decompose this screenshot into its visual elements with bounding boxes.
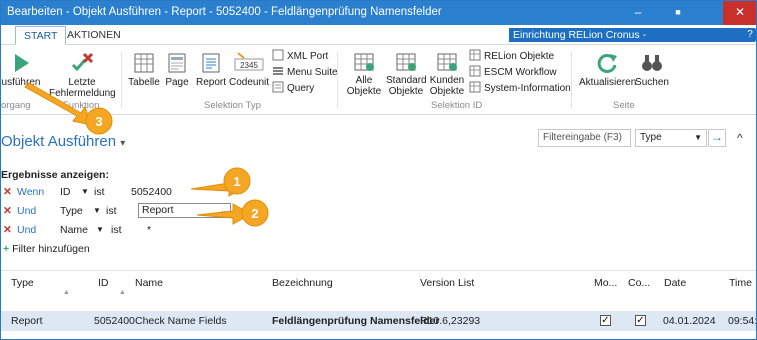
- callout-number-1: 1: [233, 174, 240, 189]
- callout-number-3: 3: [95, 114, 102, 129]
- callout-arrow-3: [24, 82, 92, 126]
- application-window: Bearbeiten - Objekt Ausführen - Report -…: [0, 0, 757, 340]
- annotation-overlay: 1 2 3: [24, 82, 269, 227]
- callout-number-2: 2: [251, 206, 258, 221]
